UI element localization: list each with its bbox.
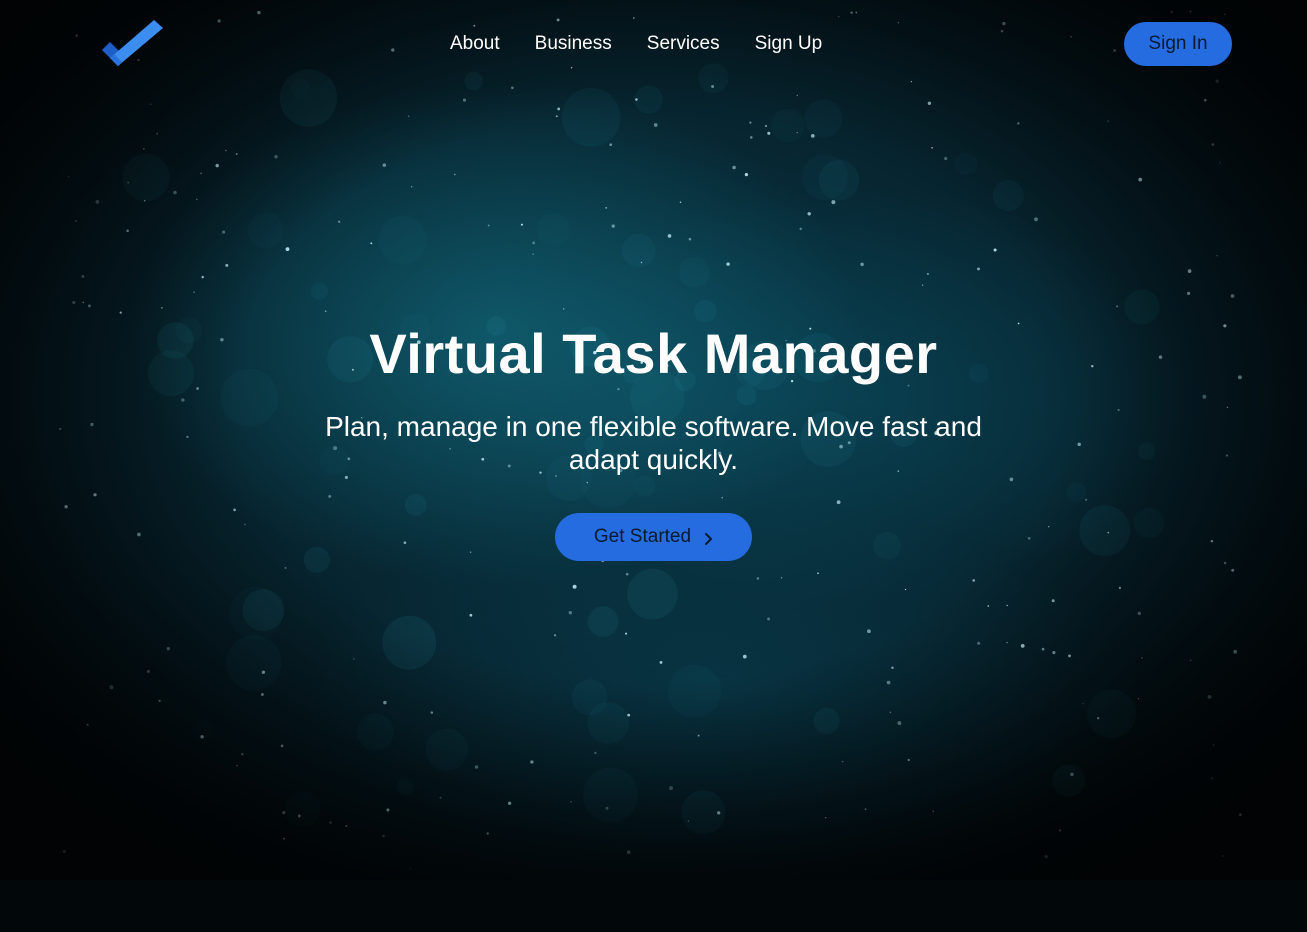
nav-links: About Business Services Sign Up — [450, 30, 822, 58]
hero-content: Virtual Task Manager Plan, manage in one… — [0, 318, 1307, 476]
nav-link-services[interactable]: Services — [647, 30, 720, 58]
get-started-button[interactable]: Get Started — [555, 513, 752, 561]
nav-link-business[interactable]: Business — [535, 30, 612, 58]
navbar: About Business Services Sign Up Sign In — [0, 0, 1307, 90]
hero-subtitle: Plan, manage in one flexible software. M… — [325, 411, 982, 475]
checkmark-logo-icon[interactable] — [100, 18, 166, 70]
nav-link-about[interactable]: About — [450, 30, 500, 58]
get-started-label: Get Started — [593, 526, 692, 547]
sign-in-button[interactable]: Sign In — [1124, 22, 1232, 66]
hero-title: Virtual Task Manager — [369, 322, 938, 385]
chevron-right-icon — [703, 530, 713, 545]
footer-band — [0, 880, 1307, 932]
nav-link-sign-up[interactable]: Sign Up — [755, 30, 823, 58]
